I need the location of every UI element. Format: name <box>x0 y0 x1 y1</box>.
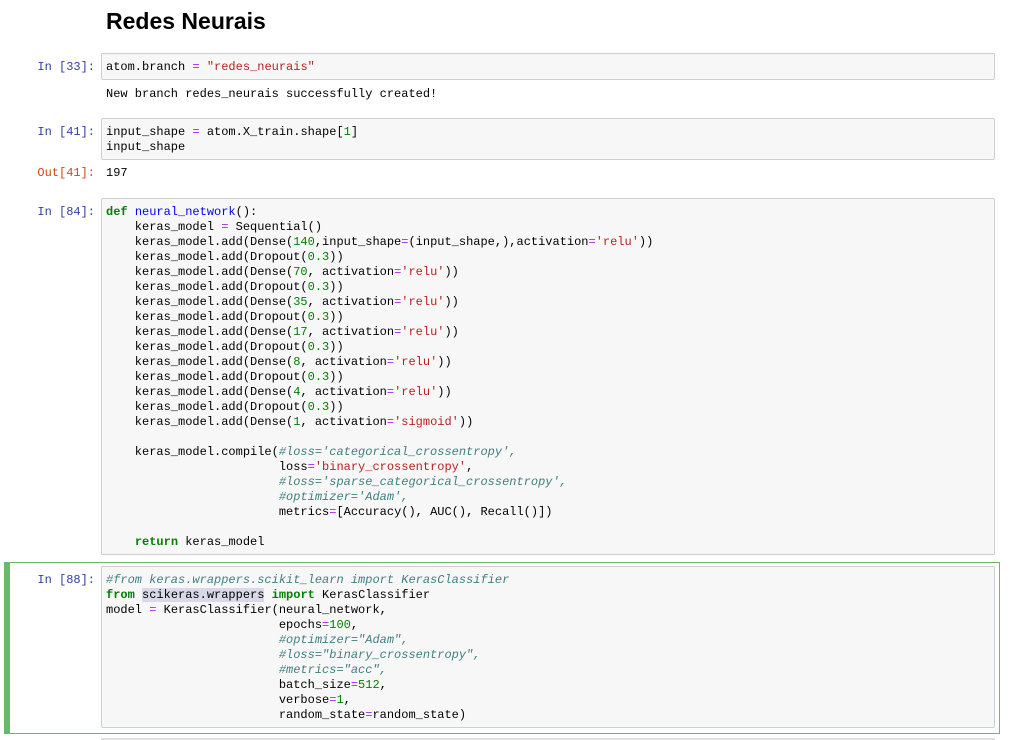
code-cell-input[interactable]: input_shape = atom.X_train.shape[1] inpu… <box>101 118 995 160</box>
cell-prompt: In [84]: <box>37 205 95 219</box>
cell-out-prompt: Out[41]: <box>37 166 95 180</box>
code-editor[interactable]: input_shape = atom.X_train.shape[1] inpu… <box>102 119 994 161</box>
notebook-heading: Redes Neurais <box>106 8 266 34</box>
cell-output-value: 197 <box>106 166 128 180</box>
code-editor[interactable]: atom.branch = "redes_neurais" <box>102 54 994 81</box>
cell-stdout: New branch redes_neurais successfully cr… <box>106 87 438 101</box>
code-editor[interactable]: def neural_network(): keras_model = Sequ… <box>102 199 994 556</box>
cell-prompt: In [41]: <box>37 125 95 139</box>
cell-prompt: In [33]: <box>37 60 95 74</box>
code-editor[interactable]: #from keras.wrappers.scikit_learn import… <box>102 567 994 729</box>
cell-prompt: In [88]: <box>37 573 95 587</box>
code-cell-input[interactable]: def neural_network(): keras_model = Sequ… <box>101 198 995 555</box>
code-cell-input[interactable]: #from keras.wrappers.scikit_learn import… <box>101 566 995 728</box>
code-cell-input[interactable]: atom.branch = "redes_neurais" <box>101 53 995 80</box>
